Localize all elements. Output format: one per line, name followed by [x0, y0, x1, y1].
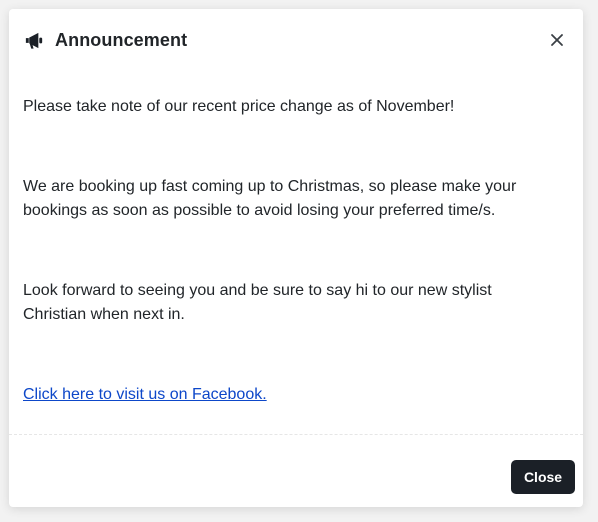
price-change-text: Please take note of our recent price cha…: [23, 98, 455, 115]
modal-title: Announcement: [55, 29, 188, 50]
facebook-link[interactable]: Click here to visit us on Facebook.: [23, 386, 267, 403]
modal-header: Announcement: [9, 9, 583, 71]
footer-divider: [9, 434, 583, 435]
booking-notice-text: We are booking up fast coming up to Chri…: [23, 178, 517, 219]
megaphone-icon: [23, 29, 46, 52]
facebook-paragraph: Click here to visit us on Facebook.: [23, 383, 553, 407]
close-button[interactable]: Close: [511, 460, 575, 494]
new-stylist-text: Look forward to seeing you and be sure t…: [23, 282, 492, 323]
close-icon[interactable]: [548, 31, 566, 49]
announcement-modal: Announcement Please take note of our rec…: [9, 9, 583, 507]
